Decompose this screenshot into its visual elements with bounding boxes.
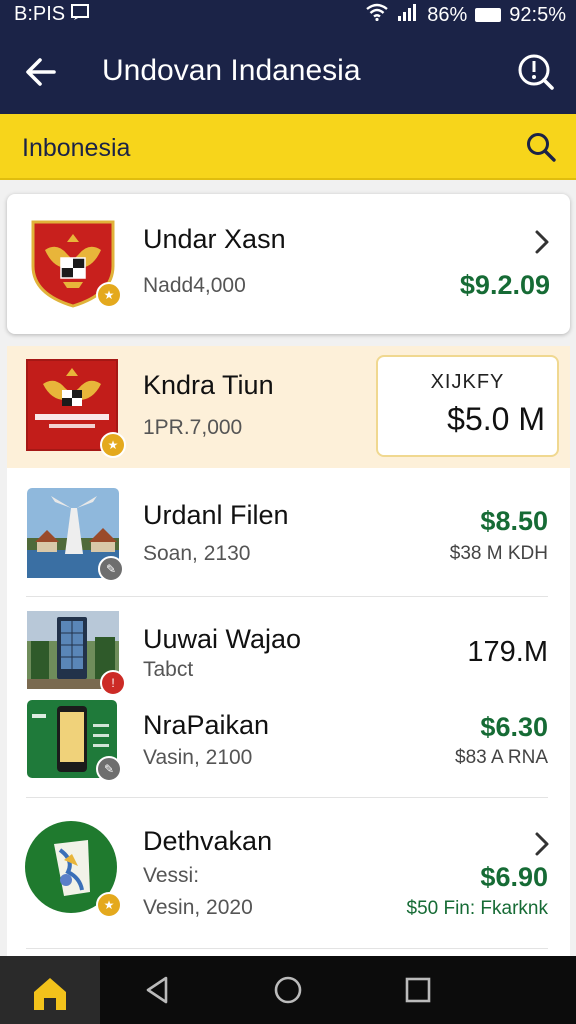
- home-icon: [34, 978, 66, 1010]
- item-sub-right: $50 Fin: Fkarknk: [406, 898, 549, 919]
- item-sub: Tabct: [143, 658, 194, 681]
- list-item-card[interactable]: ★ Undar Xasn Nadd4,000 $9.2.09: [7, 194, 570, 334]
- status-badge-icon: ✎: [96, 756, 122, 782]
- item-sub-right: $83 A RNA: [455, 747, 548, 768]
- circle-home-icon: [274, 976, 302, 1004]
- help-search-icon: [518, 54, 554, 90]
- item-sub: Nadd4,000: [143, 274, 246, 297]
- status-right: 86% 92:5%: [365, 3, 566, 27]
- item-price: $8.50: [480, 506, 548, 536]
- search-bar[interactable]: Inbonesia: [0, 114, 576, 180]
- search-icon: [527, 133, 556, 162]
- system-nav-bar: [0, 956, 576, 1024]
- item-name: Urdanl Filen: [143, 500, 289, 530]
- wifi-icon: [365, 3, 389, 27]
- verified-badge-icon: ★: [96, 282, 122, 308]
- back-button[interactable]: [20, 50, 64, 94]
- item-name: Undar Xasn: [143, 224, 286, 254]
- notification-icon: [71, 3, 90, 26]
- triangle-back-icon: [146, 976, 168, 1004]
- item-sub: Vasin, 2100: [143, 746, 253, 769]
- search-query[interactable]: Inbonesia: [22, 134, 130, 163]
- status-bar: B:PIS 86% 92:5%: [0, 0, 576, 30]
- home-nav-button[interactable]: [268, 970, 308, 1010]
- battery-percent: 86%: [427, 3, 468, 26]
- chevron-right-icon[interactable]: [532, 830, 552, 858]
- status-left: B:PIS: [14, 3, 90, 26]
- app-bar: Undovan Indanesia: [0, 30, 576, 114]
- home-tab-button[interactable]: [0, 956, 100, 1024]
- verified-badge-icon: ★: [100, 432, 126, 458]
- arrow-left-icon: [26, 58, 56, 86]
- page-title: Undovan Indanesia: [102, 54, 361, 87]
- item-sub-date: Vesin, 2020: [143, 896, 253, 919]
- status-time: 92:5%: [509, 3, 566, 26]
- item-sub-right: $38 M KDH: [449, 543, 548, 564]
- square-recents-icon: [405, 977, 431, 1003]
- price-box-label: XIJKFY: [430, 371, 505, 393]
- item-name: Dethvakan: [143, 826, 273, 856]
- item-sub: 1PR.7,000: [143, 416, 243, 439]
- divider: [26, 797, 548, 798]
- chevron-right-icon[interactable]: [532, 228, 552, 256]
- back-nav-button[interactable]: [138, 970, 178, 1010]
- item-price: $6.90: [480, 862, 548, 892]
- divider: [26, 948, 548, 949]
- alert-badge-icon: !: [100, 670, 126, 696]
- signal-icon: [397, 3, 419, 27]
- status-left-text: B:PIS: [14, 3, 66, 25]
- item-name: Kndra Tiun: [143, 370, 274, 400]
- item-sub: Soan, 2130: [143, 542, 251, 565]
- status-badge-icon: ✎: [98, 556, 124, 582]
- item-sub: Vessi:: [143, 864, 200, 887]
- item-name: Uuwai Wajao: [143, 624, 302, 654]
- help-button[interactable]: [514, 50, 558, 94]
- recents-nav-button[interactable]: [398, 970, 438, 1010]
- item-name: NraPaikan: [143, 710, 270, 740]
- divider: [26, 596, 548, 597]
- item-price: $9.2.09: [459, 270, 550, 300]
- price-box[interactable]: XIJKFY $5.0 M: [376, 355, 559, 457]
- search-button[interactable]: [524, 130, 558, 164]
- item-price: $6.30: [480, 712, 548, 742]
- battery-icon: [475, 8, 502, 22]
- price-box-value: $5.0 M: [447, 401, 545, 437]
- item-price: 179.M: [467, 636, 548, 668]
- verified-badge-icon: ★: [96, 892, 122, 918]
